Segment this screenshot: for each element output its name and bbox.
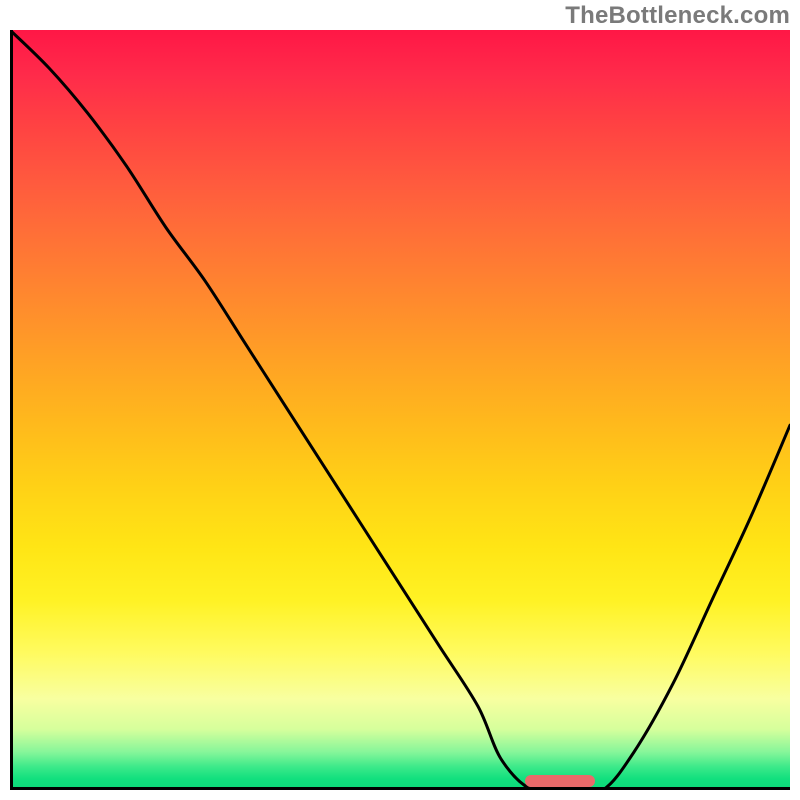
x-axis bbox=[10, 787, 790, 790]
bottleneck-curve bbox=[10, 30, 790, 790]
plot-area bbox=[10, 30, 790, 790]
watermark-text: TheBottleneck.com bbox=[565, 2, 790, 30]
y-axis bbox=[10, 30, 13, 790]
curve-path bbox=[10, 30, 790, 790]
chart-frame: TheBottleneck.com bbox=[0, 0, 800, 800]
optimal-range-marker bbox=[525, 775, 595, 787]
